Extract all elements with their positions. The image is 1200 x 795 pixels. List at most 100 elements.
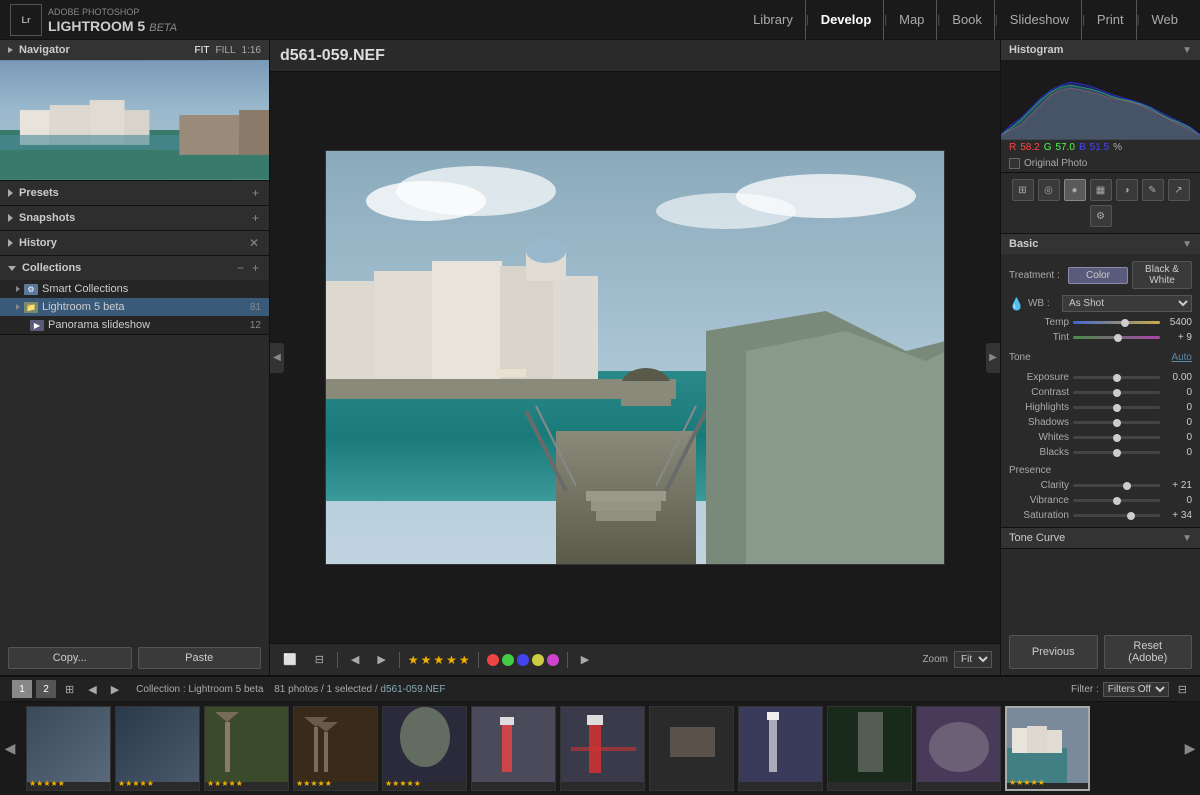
collections-add-btn[interactable]: + xyxy=(250,261,261,275)
contrast-slider[interactable] xyxy=(1073,391,1160,394)
tint-slider-thumb[interactable] xyxy=(1114,334,1122,342)
filmstrip-next-btn[interactable]: ▶ xyxy=(106,680,124,699)
spot-removal-icon[interactable]: ◎ xyxy=(1038,179,1060,201)
nav-book[interactable]: Book xyxy=(940,0,995,40)
navigator-header[interactable]: Navigator FIT FILL 1:16 xyxy=(0,40,269,60)
graduated-filter-icon[interactable]: ▦ xyxy=(1090,179,1112,201)
film-thumb-12[interactable]: ★★★★★ xyxy=(1005,706,1090,791)
film-thumb-1[interactable]: ★★★★★ xyxy=(26,706,111,791)
zoom-select[interactable]: Fit xyxy=(954,651,992,668)
filmstrip-right-nav[interactable]: ▶ xyxy=(1180,740,1200,757)
bw-treatment-btn[interactable]: Black & White xyxy=(1132,261,1192,289)
view-compare-btn[interactable]: ⊟ xyxy=(310,650,329,669)
prev-image-btn[interactable]: ◀ xyxy=(346,650,364,669)
color-blue-btn[interactable] xyxy=(517,654,529,666)
exposure-slider[interactable] xyxy=(1073,376,1160,379)
wb-eyedropper-icon[interactable]: 💧 xyxy=(1009,297,1024,311)
collections-minus-btn[interactable]: − xyxy=(235,261,246,275)
history-header[interactable]: History ✕ xyxy=(0,231,269,255)
color-yellow-btn[interactable] xyxy=(532,654,544,666)
nav-library[interactable]: Library xyxy=(741,0,806,40)
nav-develop[interactable]: Develop xyxy=(809,0,885,40)
filter-expand-btn[interactable]: ⊟ xyxy=(1173,680,1192,699)
nav-slideshow[interactable]: Slideshow xyxy=(998,0,1082,40)
snapshots-add-btn[interactable]: + xyxy=(250,211,261,225)
presets-header[interactable]: Presets + xyxy=(0,181,269,205)
page-2-btn[interactable]: 2 xyxy=(36,680,56,698)
snapshots-header[interactable]: Snapshots + xyxy=(0,206,269,230)
whites-slider[interactable] xyxy=(1073,436,1160,439)
nav-map[interactable]: Map xyxy=(887,0,937,40)
star-rating[interactable]: ★ ★ ★ ★ ★ xyxy=(408,653,470,667)
saturation-thumb[interactable] xyxy=(1127,512,1135,520)
presets-add-btn[interactable]: + xyxy=(250,186,261,200)
zoom-116-btn[interactable]: 1:16 xyxy=(242,45,261,56)
collection-panorama[interactable]: ▶ Panorama slideshow 12 xyxy=(0,316,269,334)
film-thumb-2[interactable]: ★★★★★ xyxy=(115,706,200,791)
nav-print[interactable]: Print xyxy=(1085,0,1137,40)
tint-slider[interactable] xyxy=(1073,336,1160,339)
page-1-btn[interactable]: 1 xyxy=(12,680,32,698)
red-eye-icon[interactable]: ● xyxy=(1064,179,1086,201)
film-thumb-3[interactable]: ★★★★★ xyxy=(204,706,289,791)
star-3[interactable]: ★ xyxy=(433,653,444,667)
clarity-thumb[interactable] xyxy=(1123,482,1131,490)
film-thumb-4[interactable]: ★★★★★ xyxy=(293,706,378,791)
filmstrip-left-nav[interactable]: ◀ xyxy=(0,740,20,757)
collection-lr5beta[interactable]: 📁 Lightroom 5 beta 81 xyxy=(0,298,269,316)
saturation-slider[interactable] xyxy=(1073,514,1160,517)
original-photo-checkbox[interactable] xyxy=(1009,158,1020,169)
zoom-fit-btn[interactable]: FIT xyxy=(195,45,210,56)
star-4[interactable]: ★ xyxy=(446,653,457,667)
star-1[interactable]: ★ xyxy=(408,653,419,667)
adjustment-brush-icon[interactable]: ✎ xyxy=(1142,179,1164,201)
contrast-thumb[interactable] xyxy=(1113,389,1121,397)
film-thumb-9[interactable] xyxy=(738,706,823,791)
color-red-btn[interactable] xyxy=(487,654,499,666)
nav-web[interactable]: Web xyxy=(1140,0,1191,40)
basic-header[interactable]: Basic ▼ xyxy=(1001,234,1200,254)
star-2[interactable]: ★ xyxy=(421,653,432,667)
shadows-slider[interactable] xyxy=(1073,421,1160,424)
wb-select[interactable]: As Shot xyxy=(1062,295,1192,312)
temp-slider-thumb[interactable] xyxy=(1121,319,1129,327)
color-purple-btn[interactable] xyxy=(547,654,559,666)
right-panel-collapse-btn[interactable]: ▶ xyxy=(986,343,1000,373)
blacks-slider[interactable] xyxy=(1073,451,1160,454)
color-green-btn[interactable] xyxy=(502,654,514,666)
film-thumb-11[interactable] xyxy=(916,706,1001,791)
blacks-thumb[interactable] xyxy=(1113,449,1121,457)
grid-view-btn[interactable]: ⊞ xyxy=(60,680,79,699)
histogram-header[interactable]: Histogram ▼ xyxy=(1001,40,1200,60)
star-5[interactable]: ★ xyxy=(459,653,470,667)
reset-button[interactable]: Reset (Adobe) xyxy=(1104,635,1193,669)
film-thumb-6[interactable] xyxy=(471,706,556,791)
vibrance-slider[interactable] xyxy=(1073,499,1160,502)
vibrance-thumb[interactable] xyxy=(1113,497,1121,505)
whites-thumb[interactable] xyxy=(1113,434,1121,442)
collection-smart[interactable]: ⚙ Smart Collections xyxy=(0,280,269,298)
left-panel-collapse-btn[interactable]: ◀ xyxy=(270,343,284,373)
temp-slider[interactable] xyxy=(1073,321,1160,324)
highlights-thumb[interactable] xyxy=(1113,404,1121,412)
color-treatment-btn[interactable]: Color xyxy=(1068,267,1128,284)
exposure-thumb[interactable] xyxy=(1113,374,1121,382)
film-thumb-10[interactable] xyxy=(827,706,912,791)
tone-curve-icon[interactable]: ↗ xyxy=(1168,179,1190,201)
film-thumb-5[interactable]: ★★★★★ xyxy=(382,706,467,791)
zoom-fill-btn[interactable]: FILL xyxy=(216,45,236,56)
highlights-slider[interactable] xyxy=(1073,406,1160,409)
filmstrip-prev-btn[interactable]: ◀ xyxy=(83,680,101,699)
previous-button[interactable]: Previous xyxy=(1009,635,1098,669)
play-btn[interactable]: ▶ xyxy=(576,650,594,669)
view-square-btn[interactable]: ⬜ xyxy=(278,650,302,669)
tone-auto-btn[interactable]: Auto xyxy=(1171,352,1192,363)
next-image-btn[interactable]: ▶ xyxy=(372,650,390,669)
clarity-slider[interactable] xyxy=(1073,484,1160,487)
collections-header[interactable]: Collections − + xyxy=(0,256,269,280)
film-thumb-8[interactable] xyxy=(649,706,734,791)
shadows-thumb[interactable] xyxy=(1113,419,1121,427)
settings-icon[interactable]: ⚙ xyxy=(1090,205,1112,227)
paste-button[interactable]: Paste xyxy=(138,647,262,669)
crop-tool-icon[interactable]: ⊞ xyxy=(1012,179,1034,201)
